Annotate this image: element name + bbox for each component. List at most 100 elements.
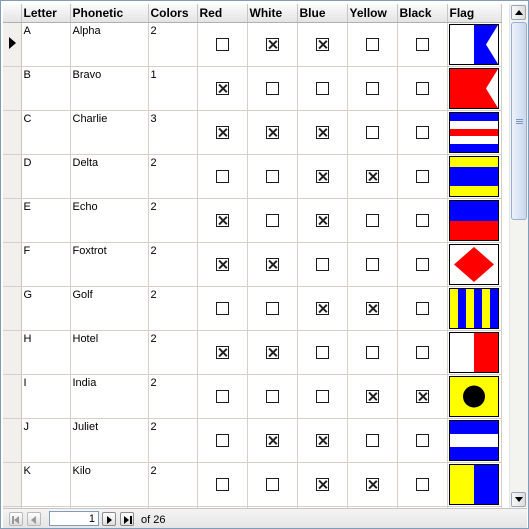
yellow-checkbox[interactable]: [365, 258, 379, 271]
cell-letter[interactable]: G: [21, 286, 71, 331]
blue-checkbox[interactable]: [315, 302, 329, 315]
black-checkbox[interactable]: [415, 434, 429, 447]
row-selector[interactable]: [3, 66, 22, 111]
blue-checkbox[interactable]: [315, 82, 329, 95]
cell-phonetic[interactable]: Hotel: [70, 330, 149, 375]
red-checkbox[interactable]: [215, 302, 229, 315]
cell-phonetic[interactable]: India: [70, 374, 149, 419]
cell-letter[interactable]: F: [21, 242, 71, 287]
first-page-button[interactable]: [9, 512, 23, 526]
column-header-letter[interactable]: Letter: [21, 4, 71, 23]
cell-phonetic[interactable]: Kilo: [70, 462, 149, 507]
cell-colors[interactable]: 2: [148, 330, 198, 375]
black-checkbox[interactable]: [415, 258, 429, 271]
cell-phonetic[interactable]: Juliet: [70, 418, 149, 463]
table-row[interactable]: A Alpha 2: [3, 22, 502, 67]
row-selector[interactable]: [3, 198, 22, 243]
scroll-thumb[interactable]: [511, 22, 527, 220]
blue-checkbox[interactable]: [315, 434, 329, 447]
table-row[interactable]: H Hotel 2: [3, 330, 502, 375]
red-checkbox[interactable]: [215, 434, 229, 447]
next-page-button[interactable]: [102, 512, 116, 526]
scroll-up-button[interactable]: [511, 5, 526, 20]
red-checkbox[interactable]: [215, 478, 229, 491]
table-row[interactable]: I India 2: [3, 374, 502, 419]
white-checkbox[interactable]: [265, 478, 279, 491]
column-header-white[interactable]: White: [247, 4, 298, 23]
red-checkbox[interactable]: [215, 170, 229, 183]
cell-colors[interactable]: 2: [148, 374, 198, 419]
cell-letter[interactable]: C: [21, 110, 71, 155]
white-checkbox[interactable]: [265, 346, 279, 359]
data-grid[interactable]: Letter Phonetic Colors Red White Blue Yellow Bl…: [0, 0, 529, 529]
white-checkbox[interactable]: [265, 38, 279, 51]
black-checkbox[interactable]: [415, 302, 429, 315]
blue-checkbox[interactable]: [315, 390, 329, 403]
cell-letter[interactable]: D: [21, 154, 71, 199]
white-checkbox[interactable]: [265, 434, 279, 447]
row-selector[interactable]: [3, 462, 22, 507]
yellow-checkbox[interactable]: [365, 302, 379, 315]
row-selector[interactable]: [3, 110, 22, 155]
cell-phonetic[interactable]: Delta: [70, 154, 149, 199]
white-checkbox[interactable]: [265, 170, 279, 183]
white-checkbox[interactable]: [265, 126, 279, 139]
table-row[interactable]: K Kilo 2: [3, 462, 502, 507]
yellow-checkbox[interactable]: [365, 126, 379, 139]
white-checkbox[interactable]: [265, 302, 279, 315]
black-checkbox[interactable]: [415, 38, 429, 51]
cell-phonetic[interactable]: Charlie: [70, 110, 149, 155]
cell-phonetic[interactable]: Bravo: [70, 66, 149, 111]
cell-phonetic[interactable]: Golf: [70, 286, 149, 331]
row-selector[interactable]: [3, 374, 22, 419]
cell-letter[interactable]: A: [21, 22, 71, 67]
cell-letter[interactable]: I: [21, 374, 71, 419]
black-checkbox[interactable]: [415, 126, 429, 139]
black-checkbox[interactable]: [415, 82, 429, 95]
yellow-checkbox[interactable]: [365, 170, 379, 183]
cell-colors[interactable]: 3: [148, 110, 198, 155]
cell-colors[interactable]: 2: [148, 418, 198, 463]
row-selector[interactable]: [3, 330, 22, 375]
cell-letter[interactable]: J: [21, 418, 71, 463]
red-checkbox[interactable]: [215, 258, 229, 271]
table-row[interactable]: D Delta 2: [3, 154, 502, 199]
blue-checkbox[interactable]: [315, 38, 329, 51]
black-checkbox[interactable]: [415, 346, 429, 359]
yellow-checkbox[interactable]: [365, 346, 379, 359]
cell-phonetic[interactable]: Alpha: [70, 22, 149, 67]
column-header-blue[interactable]: Blue: [297, 4, 348, 23]
cell-colors[interactable]: 1: [148, 66, 198, 111]
table-row[interactable]: E Echo 2: [3, 198, 502, 243]
cell-phonetic[interactable]: Foxtrot: [70, 242, 149, 287]
cell-colors[interactable]: 2: [148, 198, 198, 243]
row-selector[interactable]: [3, 154, 22, 199]
cell-letter[interactable]: E: [21, 198, 71, 243]
table-row[interactable]: C Charlie 3: [3, 110, 502, 155]
scroll-down-button[interactable]: [511, 492, 526, 507]
row-selector[interactable]: [3, 286, 22, 331]
row-selector[interactable]: [3, 22, 22, 67]
row-selector[interactable]: [3, 242, 22, 287]
white-checkbox[interactable]: [265, 390, 279, 403]
page-number-input[interactable]: [49, 511, 99, 526]
previous-page-button[interactable]: [27, 512, 41, 526]
column-header-red[interactable]: Red: [197, 4, 248, 23]
cell-letter[interactable]: B: [21, 66, 71, 111]
cell-colors[interactable]: 2: [148, 22, 198, 67]
cell-phonetic[interactable]: Echo: [70, 198, 149, 243]
blue-checkbox[interactable]: [315, 214, 329, 227]
table-row[interactable]: J Juliet 2: [3, 418, 502, 463]
white-checkbox[interactable]: [265, 258, 279, 271]
black-checkbox[interactable]: [415, 214, 429, 227]
yellow-checkbox[interactable]: [365, 82, 379, 95]
white-checkbox[interactable]: [265, 82, 279, 95]
red-checkbox[interactable]: [215, 214, 229, 227]
blue-checkbox[interactable]: [315, 258, 329, 271]
column-header-black[interactable]: Black: [397, 4, 448, 23]
column-header-colors[interactable]: Colors: [148, 4, 198, 23]
yellow-checkbox[interactable]: [365, 214, 379, 227]
blue-checkbox[interactable]: [315, 478, 329, 491]
cell-letter[interactable]: K: [21, 462, 71, 507]
cell-colors[interactable]: 2: [148, 286, 198, 331]
